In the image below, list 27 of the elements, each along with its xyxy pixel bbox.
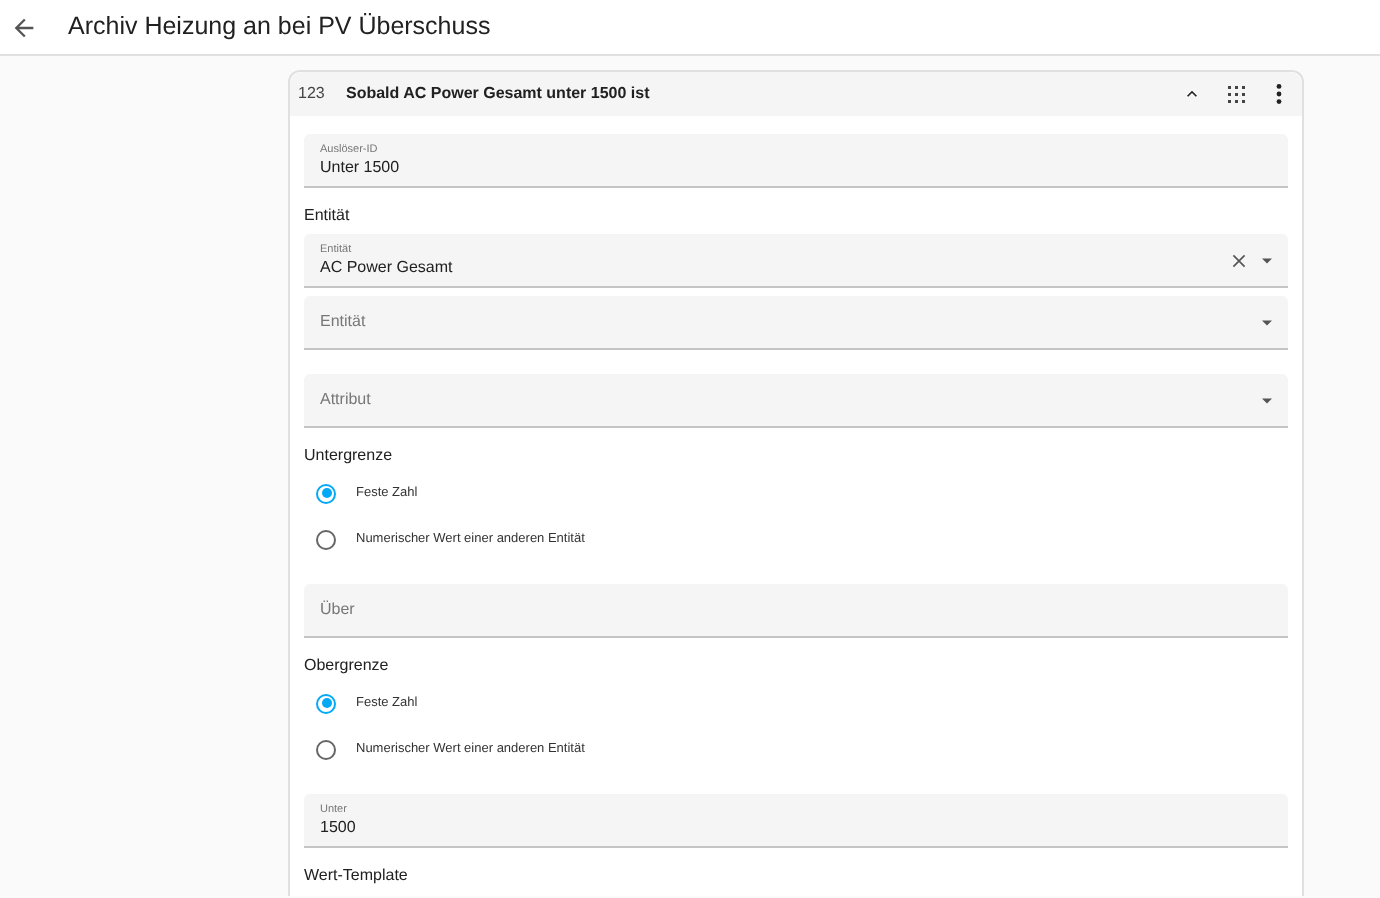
dropdown-caret-icon[interactable] xyxy=(1262,397,1272,403)
field-placeholder: Attribut xyxy=(320,388,373,412)
section-heading: Wert-Template xyxy=(304,864,410,888)
field-value: AC Power Gesamt xyxy=(320,257,455,277)
more-options-icon[interactable] xyxy=(1276,84,1282,104)
radio-button[interactable] xyxy=(316,529,336,549)
trigger-title: Sobald AC Power Gesamt unter 1500 ist xyxy=(346,82,652,106)
page-title: Archiv Heizung an bei PV Überschuss xyxy=(68,10,491,45)
number-type-label: 123 xyxy=(298,82,327,106)
field-placeholder: Entität xyxy=(320,310,368,334)
field-placeholder: Über xyxy=(320,598,357,622)
radio-button[interactable] xyxy=(316,739,336,759)
input-field[interactable]: Entität xyxy=(304,296,1288,350)
section-heading: Untergrenze xyxy=(304,444,395,468)
dropdown-caret-icon[interactable] xyxy=(1262,257,1272,263)
back-arrow-icon[interactable] xyxy=(10,13,38,41)
dropdown-caret-icon[interactable] xyxy=(1262,319,1272,325)
clear-icon[interactable] xyxy=(1232,253,1246,267)
radio-button[interactable] xyxy=(316,693,336,713)
input-field[interactable]: Über xyxy=(304,584,1288,638)
field-value: 1500 xyxy=(320,817,358,837)
section-heading: Obergrenze xyxy=(304,654,391,678)
radio-button[interactable] xyxy=(316,483,336,503)
section-heading: Entität xyxy=(304,204,352,228)
drag-handle-icon[interactable] xyxy=(1228,85,1246,103)
input-field[interactable]: Attribut xyxy=(304,374,1288,428)
field-value: Unter 1500 xyxy=(320,157,402,177)
